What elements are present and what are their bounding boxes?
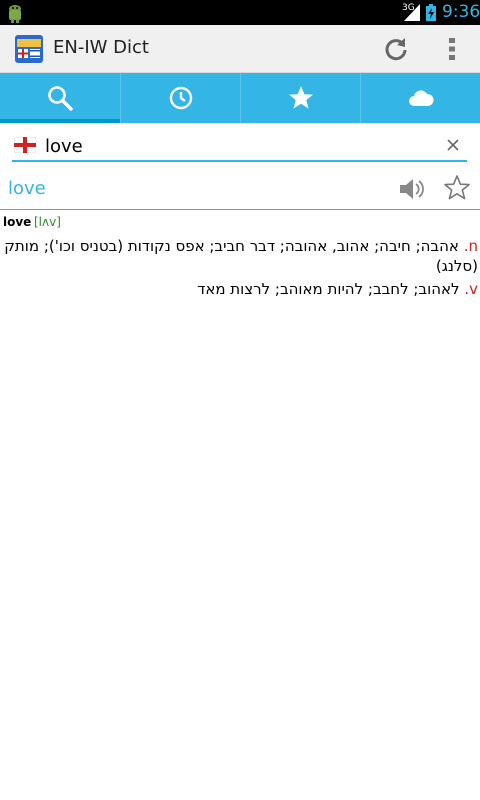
definition-noun: n. אהבה; חיבה; אהוב, אהובה; דבר חביב; אפ… (2, 236, 478, 276)
selected-tab-indicator (0, 119, 120, 123)
tab-history[interactable] (120, 73, 240, 123)
definition-text: אהבה; חיבה; אהוב, אהובה; דבר חביב; אפס נ… (4, 237, 478, 275)
favorite-star-icon[interactable] (443, 174, 471, 202)
part-of-speech: n. (463, 237, 478, 255)
refresh-icon (385, 38, 407, 61)
android-notification-icon (9, 5, 21, 23)
definition-verb: v. לאהוב; לחבב; להיות מאוהב; לרצות מאד (2, 279, 478, 299)
result-word: love (8, 178, 46, 199)
star-icon (288, 86, 313, 109)
status-bar: 3G 9:36 (0, 0, 480, 25)
app-logo-icon[interactable] (15, 35, 43, 63)
tab-bar (0, 73, 480, 123)
clock-time: 9:36 (442, 2, 480, 22)
signal-strength-icon (404, 4, 420, 21)
battery-icon (426, 4, 436, 21)
entry-headword: love (3, 215, 32, 229)
search-input[interactable] (45, 132, 425, 160)
speaker-icon[interactable] (397, 175, 425, 203)
app-title: EN-IW Dict (53, 37, 149, 58)
refresh-button[interactable] (380, 33, 412, 65)
tab-favorites[interactable] (240, 73, 360, 123)
clear-icon[interactable] (444, 136, 462, 154)
definition-text: לאהוב; לחבב; להיות מאוהב; לרצות מאד (197, 280, 460, 298)
search-icon (48, 86, 73, 111)
clock-icon (169, 86, 192, 110)
result-header: love (0, 170, 480, 210)
action-bar: EN-IW Dict (0, 25, 480, 73)
cloud-icon (408, 90, 434, 106)
english-flag-icon[interactable] (14, 137, 36, 153)
tab-search[interactable] (0, 73, 120, 123)
tab-cloud[interactable] (360, 73, 480, 123)
part-of-speech: v. (464, 280, 478, 298)
more-vertical-icon (449, 38, 455, 60)
search-field-container (12, 130, 467, 162)
overflow-menu-button[interactable] (440, 33, 464, 65)
entry-phonetic: [lʌv] (34, 215, 61, 229)
